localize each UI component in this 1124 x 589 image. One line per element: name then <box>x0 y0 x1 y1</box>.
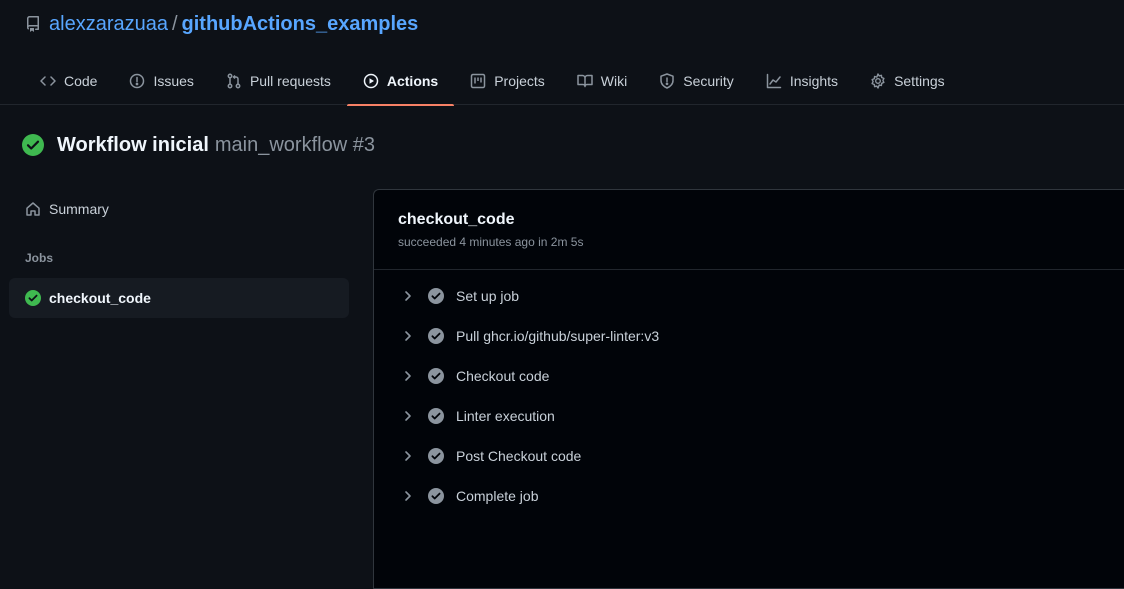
tab-actions[interactable]: Actions <box>346 56 455 106</box>
step-check-icon <box>428 288 444 304</box>
graph-icon <box>766 73 782 89</box>
chevron-right-icon <box>400 368 416 384</box>
job-step-label: Set up job <box>456 288 520 304</box>
shield-icon <box>659 72 675 89</box>
job-step-label: Linter execution <box>456 408 555 424</box>
job-step[interactable]: Checkout code <box>374 356 1124 396</box>
job-step-label: Complete job <box>456 488 539 504</box>
tab-issues-label: Issues <box>153 72 194 89</box>
tab-issues[interactable]: Issues <box>113 56 209 105</box>
tab-wiki-label: Wiki <box>600 72 628 89</box>
tab-security-label: Security <box>683 72 734 89</box>
step-check-icon <box>428 368 444 384</box>
step-check-icon <box>428 408 444 424</box>
step-check-icon <box>428 328 444 344</box>
job-step-label: Pull ghcr.io/github/super-linter:v3 <box>456 328 660 344</box>
sidebar-job-label: checkout_code <box>49 290 151 306</box>
job-name: checkout_code <box>398 211 515 228</box>
repo-owner-link[interactable]: alexzarazuaa <box>49 13 168 36</box>
repo-nav-tabs: Code Issues Pull requests Actions Projec… <box>24 56 961 106</box>
tab-projects-label: Projects <box>494 72 545 89</box>
job-step[interactable]: Linter execution <box>374 396 1124 436</box>
success-check-icon <box>25 290 41 306</box>
tab-code[interactable]: Code <box>24 56 113 105</box>
tab-insights[interactable]: Insights <box>750 56 854 105</box>
repo-title: alexzarazuaa / githubActions_examples <box>25 12 418 36</box>
workflow-run-meta: main_workflow #3 <box>214 133 375 156</box>
repo-name-link[interactable]: githubActions_examples <box>182 13 419 36</box>
chevron-right-icon <box>400 448 416 464</box>
tab-pull-requests-label: Pull requests <box>249 72 331 89</box>
job-log-panel: checkout_code succeeded 4 minutes ago in… <box>373 189 1124 589</box>
workflow-name: Workflow inicial <box>57 133 209 156</box>
book-icon <box>577 73 593 89</box>
run-sidebar: Summary Jobs checkout_code <box>9 190 349 318</box>
tab-projects[interactable]: Projects <box>454 56 561 105</box>
job-header: checkout_code succeeded 4 minutes ago in… <box>374 190 1124 270</box>
repo-separator: / <box>171 12 178 35</box>
gear-icon <box>870 72 886 89</box>
tab-code-label: Code <box>64 72 98 89</box>
job-step-label: Post Checkout code <box>456 448 582 464</box>
pull-request-icon <box>226 73 242 89</box>
tab-settings[interactable]: Settings <box>854 56 961 105</box>
issue-icon <box>129 73 145 89</box>
tab-wiki[interactable]: Wiki <box>561 56 643 105</box>
workflow-run-title: Workflow inicial main_workflow #3 <box>22 133 375 157</box>
tab-security[interactable]: Security <box>643 56 750 105</box>
play-icon <box>363 73 379 89</box>
step-check-icon <box>428 488 444 504</box>
sidebar-item-summary[interactable]: Summary <box>9 190 349 228</box>
job-status: succeeded 4 minutes ago in 2m 5s <box>398 235 584 249</box>
job-step[interactable]: Pull ghcr.io/github/super-linter:v3 <box>374 316 1124 356</box>
code-icon <box>40 73 56 89</box>
job-step[interactable]: Complete job <box>374 476 1124 516</box>
repo-header: alexzarazuaa / githubActions_examples Co… <box>0 0 1124 106</box>
tab-pull-requests[interactable]: Pull requests <box>210 56 347 105</box>
job-step-label: Checkout code <box>456 368 550 384</box>
job-step[interactable]: Post Checkout code <box>374 436 1124 476</box>
tab-insights-label: Insights <box>789 72 839 89</box>
chevron-right-icon <box>400 288 416 304</box>
project-icon <box>470 73 486 89</box>
chevron-right-icon <box>400 408 416 424</box>
step-check-icon <box>428 448 444 464</box>
job-step[interactable]: Set up job <box>374 276 1124 316</box>
tab-settings-label: Settings <box>894 72 945 89</box>
sidebar-item-job[interactable]: checkout_code <box>9 278 349 318</box>
home-icon <box>25 201 41 217</box>
success-check-icon <box>22 134 44 156</box>
chevron-right-icon <box>400 328 416 344</box>
sidebar-summary-label: Summary <box>49 201 109 217</box>
repo-icon <box>25 16 41 32</box>
job-steps-list: Set up job Pull ghcr.io/github/super-lin… <box>374 270 1124 516</box>
sidebar-jobs-heading: Jobs <box>25 251 54 265</box>
chevron-right-icon <box>400 488 416 504</box>
tab-actions-label: Actions <box>386 72 439 89</box>
